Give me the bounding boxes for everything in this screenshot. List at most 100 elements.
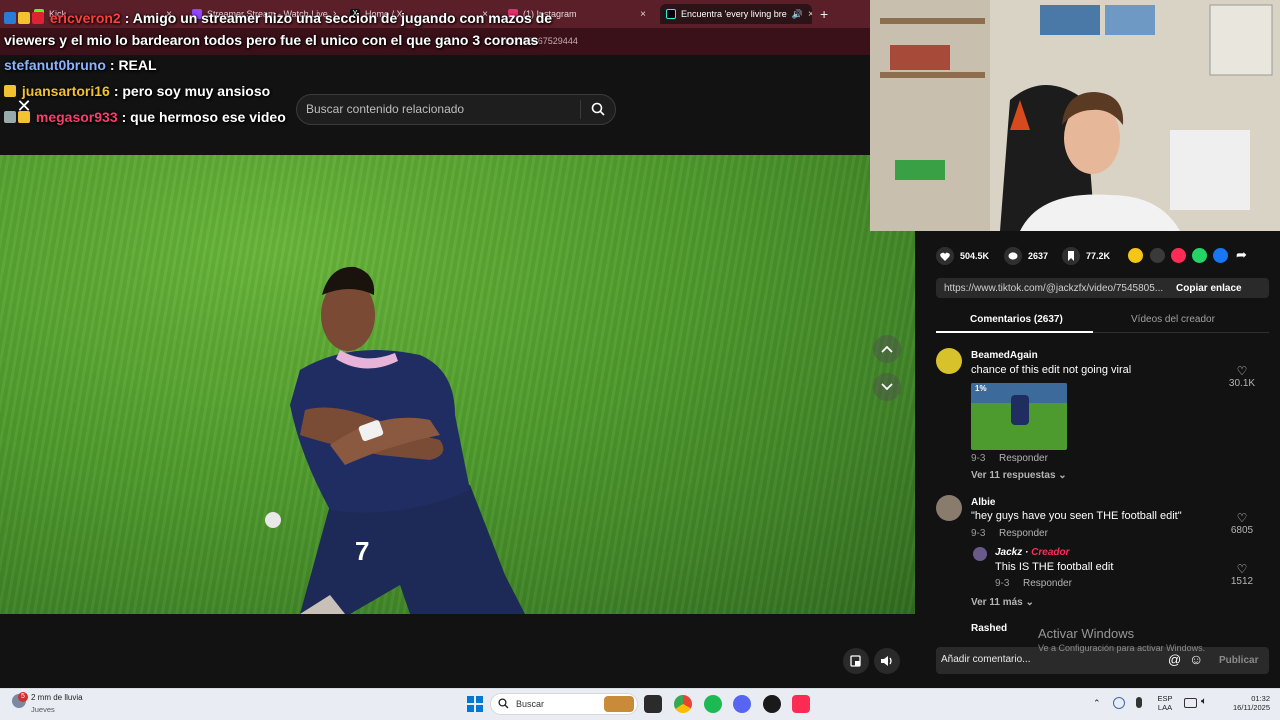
monitor-icon[interactable] xyxy=(1184,698,1197,708)
close-icon[interactable]: × xyxy=(808,9,812,20)
chat-username[interactable]: juansartori16 xyxy=(22,83,110,99)
tiktok-icon[interactable] xyxy=(792,695,810,713)
chat-message: megasor933: que hermoso ese video xyxy=(4,109,286,125)
badge-icon xyxy=(18,12,30,24)
avatar[interactable] xyxy=(973,547,987,561)
tab-comments[interactable]: Comentarios (2637) xyxy=(970,314,1063,325)
tiktok-icon xyxy=(666,9,676,19)
previous-video-button[interactable] xyxy=(873,335,901,363)
start-icon[interactable] xyxy=(467,696,483,712)
view-more-replies-button[interactable]: Ver 11 más ⌄ xyxy=(971,597,1034,608)
whatsapp-icon[interactable] xyxy=(1192,248,1207,263)
comment-like-count: 30.1K xyxy=(1228,378,1256,389)
comment-icon xyxy=(1004,247,1022,265)
reply-author-name: Jackz xyxy=(995,547,1023,558)
share-arrow-icon[interactable]: ➦ xyxy=(1236,247,1247,263)
search-icon xyxy=(498,698,509,709)
volume-icon xyxy=(881,656,892,666)
reply-button[interactable]: Responder xyxy=(999,453,1048,464)
language-code: ESP xyxy=(1157,694,1173,703)
publish-button[interactable]: Publicar xyxy=(1219,655,1258,666)
chat-message: juansartori16: pero soy muy ansioso xyxy=(4,83,270,99)
reply-button[interactable]: Responder xyxy=(999,528,1048,539)
reply-button[interactable]: Responder xyxy=(1023,578,1072,589)
badge-icon xyxy=(4,12,16,24)
chat-username[interactable]: megasor933 xyxy=(36,109,118,125)
share-repost-icon[interactable] xyxy=(1128,248,1143,263)
comment-count: 2637 xyxy=(1028,251,1049,261)
miniplayer-button[interactable] xyxy=(843,648,869,674)
spotify-icon[interactable] xyxy=(704,695,722,713)
volume-button[interactable] xyxy=(874,648,900,674)
like-button[interactable]: 504.5K xyxy=(936,247,989,265)
comment-date: 9-3 xyxy=(995,578,1010,589)
crown-badge-icon xyxy=(4,85,16,97)
network-sync-icon[interactable] xyxy=(1113,697,1125,709)
side-panel xyxy=(915,231,1280,688)
embed-icon[interactable] xyxy=(1150,248,1165,263)
emoji-icon[interactable]: ☺ xyxy=(1189,651,1203,667)
heart-outline-icon: ♡ xyxy=(1236,511,1248,525)
comment-author[interactable]: Jackz · Creador xyxy=(995,547,1070,558)
clock-date: 16/11/2025 xyxy=(1233,703,1270,712)
comment-button[interactable]: 2637 xyxy=(1004,247,1048,265)
copy-link-button[interactable]: Copiar enlace xyxy=(1176,283,1242,294)
comment-author[interactable]: Albie xyxy=(971,497,995,508)
comment-author[interactable]: Rashed xyxy=(971,623,1007,634)
volume-icon[interactable]: 🔈︎ xyxy=(1201,696,1207,707)
new-tab-button[interactable]: + xyxy=(820,6,828,22)
save-button[interactable]: 77.2K xyxy=(1062,247,1110,265)
search-button[interactable] xyxy=(586,98,610,120)
facebook-icon[interactable] xyxy=(1213,248,1228,263)
chat-username[interactable]: stefanut0bruno xyxy=(4,57,106,73)
comment-text: chance of this edit not going viral xyxy=(971,364,1132,376)
tab-tiktok[interactable]: Encuentra 'every living bre 🔊 × xyxy=(660,4,812,24)
like-count: 504.5K xyxy=(960,251,990,261)
comment-image[interactable]: 1% xyxy=(971,383,1067,450)
speaker-icon[interactable]: 🔊 xyxy=(792,9,803,20)
player-footer xyxy=(0,614,915,688)
clock[interactable]: 01:32 16/11/2025 xyxy=(1218,694,1270,712)
windows-activation-hint: Ve a Configuración para activar Windows. xyxy=(1038,643,1206,653)
microphone-icon[interactable] xyxy=(1136,697,1142,708)
comment-like[interactable]: ♡ 6805 xyxy=(1227,511,1257,536)
badge-icon xyxy=(32,12,44,24)
chrome-icon[interactable] xyxy=(674,695,692,713)
tab-active-indicator xyxy=(936,331,1093,333)
view-replies-button[interactable]: Ver 11 respuestas ⌄ xyxy=(971,470,1067,481)
next-video-button[interactable] xyxy=(873,373,901,401)
chat-username[interactable]: ericveron2 xyxy=(50,10,121,26)
chat-text: : Amigo un streamer hizo una seccion de … xyxy=(124,10,553,26)
comment-like-count: 1512 xyxy=(1230,576,1254,587)
weather-text[interactable]: 2 mm de lluvia xyxy=(31,693,83,702)
mention-icon[interactable]: @ xyxy=(1168,652,1181,667)
chevron-up-icon[interactable]: ⌃ xyxy=(1093,698,1101,709)
task-view-icon[interactable] xyxy=(644,695,662,713)
chevron-up-icon xyxy=(881,345,893,353)
taskbar-search-placeholder: Buscar xyxy=(516,699,545,709)
search-divider xyxy=(580,100,581,119)
search-icon xyxy=(591,102,605,116)
comment-placeholder: Añadir comentario... xyxy=(941,654,1031,665)
comment-text: "hey guys have you seen THE football edi… xyxy=(971,510,1182,522)
share-send-icon[interactable] xyxy=(1171,248,1186,263)
close-icon[interactable]: × xyxy=(640,9,646,20)
avatar[interactable] xyxy=(936,495,962,521)
obs-icon[interactable] xyxy=(763,695,781,713)
language-indicator[interactable]: ESP LAA xyxy=(1155,694,1175,712)
miniplayer-icon xyxy=(850,655,861,667)
comment-date: 9-3 xyxy=(971,453,986,464)
weather-badge: 5 xyxy=(18,692,28,702)
comment-like[interactable]: ♡ 30.1K xyxy=(1227,364,1257,389)
comment-author[interactable]: BeamedAgain xyxy=(971,350,1038,361)
chat-text: : que hermoso ese video xyxy=(121,109,286,125)
player-figure-image: 7 xyxy=(265,266,525,614)
view-more-label: Ver 11 más xyxy=(971,597,1023,608)
video-player[interactable]: 7 xyxy=(0,155,915,614)
heart-icon xyxy=(936,247,954,265)
avatar[interactable] xyxy=(936,348,962,374)
comment-like[interactable]: ♡ 1512 xyxy=(1227,562,1257,587)
comment-text: This IS THE football edit xyxy=(995,561,1114,573)
discord-icon[interactable] xyxy=(733,695,751,713)
tab-creator-videos[interactable]: Vídeos del creador xyxy=(1131,314,1215,325)
